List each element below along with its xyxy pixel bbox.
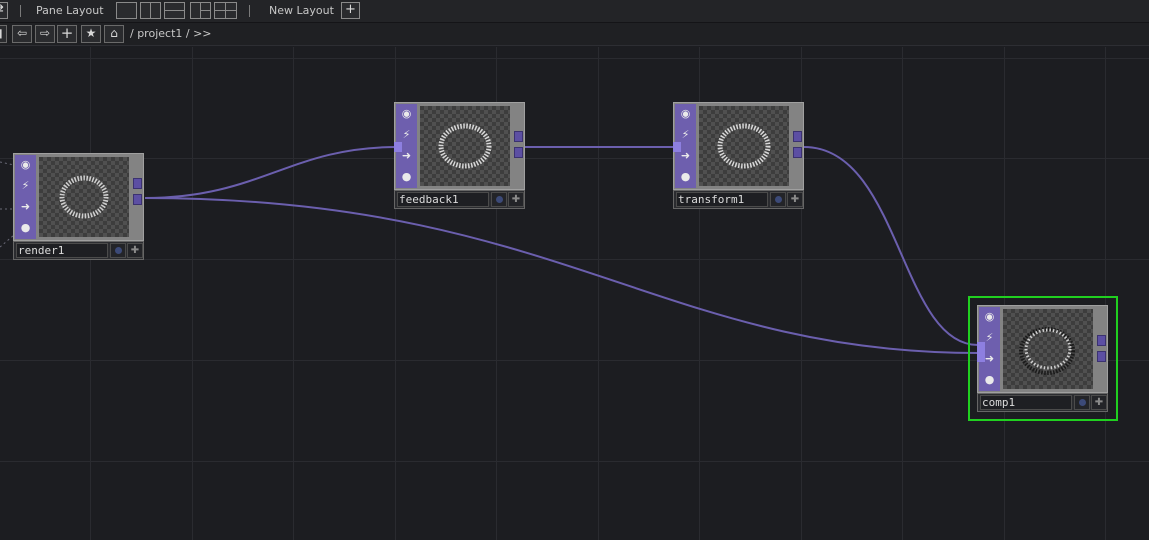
bypass-dot-icon[interactable] bbox=[770, 192, 786, 207]
viewer-flag-icon[interactable]: ◉ bbox=[678, 106, 693, 121]
network-canvas bbox=[0, 47, 1149, 540]
node-footer: feedback1 ✚ bbox=[394, 190, 525, 209]
bookmark-star-icon[interactable]: ★ bbox=[81, 25, 101, 43]
wire-render1-comp1 bbox=[144, 197, 979, 354]
node-name-label[interactable]: transform1 bbox=[676, 192, 768, 207]
lock-flag-icon[interactable]: ● bbox=[399, 169, 414, 184]
node-name-label[interactable]: render1 bbox=[16, 243, 108, 258]
input-connector[interactable] bbox=[394, 142, 402, 152]
output-connector[interactable] bbox=[514, 147, 523, 158]
node-comp1[interactable]: ◉ ⚡ ➜ ● comp1 ✚ bbox=[977, 305, 1108, 413]
layout-split-horizontal-button[interactable] bbox=[164, 2, 185, 19]
layout-single-button[interactable] bbox=[116, 2, 137, 19]
node-render1[interactable]: ◉ ⚡ ➜ ● render1 ✚ bbox=[13, 153, 144, 261]
lock-flag-icon[interactable]: ● bbox=[678, 169, 693, 184]
output-connector[interactable] bbox=[1097, 335, 1106, 346]
forward-arrow-icon[interactable]: ⇨ bbox=[35, 25, 55, 43]
wire-render1-feedback1 bbox=[144, 146, 398, 199]
input-connector[interactable] bbox=[977, 342, 985, 352]
lock-flag-icon[interactable]: ● bbox=[982, 372, 997, 387]
node-footer: transform1 ✚ bbox=[673, 190, 804, 209]
node-footer: render1 ✚ bbox=[13, 241, 144, 260]
node-name-label[interactable]: feedback1 bbox=[397, 192, 489, 207]
node-preview bbox=[420, 106, 510, 186]
node-preview bbox=[699, 106, 789, 186]
node-transform1[interactable]: ◉ ⚡ ➜ ● transform1 ✚ bbox=[673, 102, 804, 210]
node-name-label[interactable]: comp1 bbox=[980, 395, 1072, 410]
input-connector[interactable] bbox=[673, 142, 681, 152]
network-editor[interactable]: ◉ ⚡ ➜ ● render1 ✚ ◉ ⚡ ➜ ● feedback1 ✚ ◉ … bbox=[0, 47, 1149, 540]
layout-split-vertical-button[interactable] bbox=[140, 2, 161, 19]
expand-plus-icon[interactable]: ✚ bbox=[787, 192, 803, 207]
new-layout-button[interactable]: + bbox=[341, 2, 360, 19]
expand-plus-icon[interactable]: ✚ bbox=[1091, 395, 1107, 410]
expand-plus-icon[interactable]: ✚ bbox=[508, 192, 524, 207]
node-body[interactable]: ◉ ⚡ ➜ ● bbox=[977, 305, 1108, 393]
lock-flag-icon[interactable]: ● bbox=[18, 220, 33, 235]
wires bbox=[144, 146, 979, 354]
node-flag-strip: ◉ ⚡ ➜ ● bbox=[15, 155, 36, 239]
pane-square-button[interactable]: ■ bbox=[0, 25, 7, 43]
bypass-dot-icon[interactable] bbox=[491, 192, 507, 207]
node-footer: comp1 ✚ bbox=[977, 393, 1108, 412]
pane-layout-label: Pane Layout bbox=[36, 4, 104, 17]
cook-flag-icon[interactable]: ⚡ bbox=[18, 178, 33, 193]
node-body[interactable]: ◉ ⚡ ➜ ● bbox=[673, 102, 804, 190]
output-connector[interactable] bbox=[133, 178, 142, 189]
add-operator-button[interactable]: + bbox=[57, 25, 77, 43]
output-connector[interactable] bbox=[793, 131, 802, 142]
node-feedback1[interactable]: ◉ ⚡ ➜ ● feedback1 ✚ bbox=[394, 102, 525, 210]
back-arrow-icon[interactable]: ⇦ bbox=[12, 25, 32, 43]
bypass-dot-icon[interactable] bbox=[1074, 395, 1090, 410]
layout-three-pane-button[interactable] bbox=[190, 2, 211, 19]
node-body[interactable]: ◉ ⚡ ➜ ● bbox=[13, 153, 144, 241]
viewer-flag-icon[interactable]: ◉ bbox=[399, 106, 414, 121]
viewer-flag-icon[interactable]: ◉ bbox=[982, 309, 997, 324]
pane-toolbar: ⇄ Pane Layout New Layout + bbox=[0, 0, 1149, 23]
offscreen-wires bbox=[0, 161, 15, 248]
bypass-dot-icon[interactable] bbox=[110, 243, 126, 258]
output-connector[interactable] bbox=[1097, 351, 1106, 362]
new-layout-label: New Layout bbox=[269, 4, 334, 17]
node-preview bbox=[1003, 309, 1093, 389]
pane-menu-button[interactable]: ⇄ bbox=[0, 2, 8, 19]
viewer-flag-icon[interactable]: ◉ bbox=[18, 157, 33, 172]
cook-flag-icon[interactable]: ⚡ bbox=[678, 127, 693, 142]
cook-flag-icon[interactable]: ⚡ bbox=[399, 127, 414, 142]
input-connector[interactable] bbox=[977, 352, 985, 362]
output-connector[interactable] bbox=[133, 194, 142, 205]
network-path[interactable]: / project1 / >> bbox=[130, 27, 212, 40]
grid-lines bbox=[0, 47, 1149, 540]
separator bbox=[20, 5, 21, 17]
node-body[interactable]: ◉ ⚡ ➜ ● bbox=[394, 102, 525, 190]
separator bbox=[249, 5, 250, 17]
node-preview bbox=[39, 157, 129, 237]
layout-four-pane-button[interactable] bbox=[214, 2, 237, 19]
output-connector[interactable] bbox=[793, 147, 802, 158]
wire-transform1-comp1 bbox=[803, 146, 979, 346]
display-flag-icon[interactable]: ➜ bbox=[18, 199, 33, 214]
output-connector[interactable] bbox=[514, 131, 523, 142]
expand-plus-icon[interactable]: ✚ bbox=[127, 243, 143, 258]
home-icon[interactable]: ⌂ bbox=[104, 25, 124, 43]
